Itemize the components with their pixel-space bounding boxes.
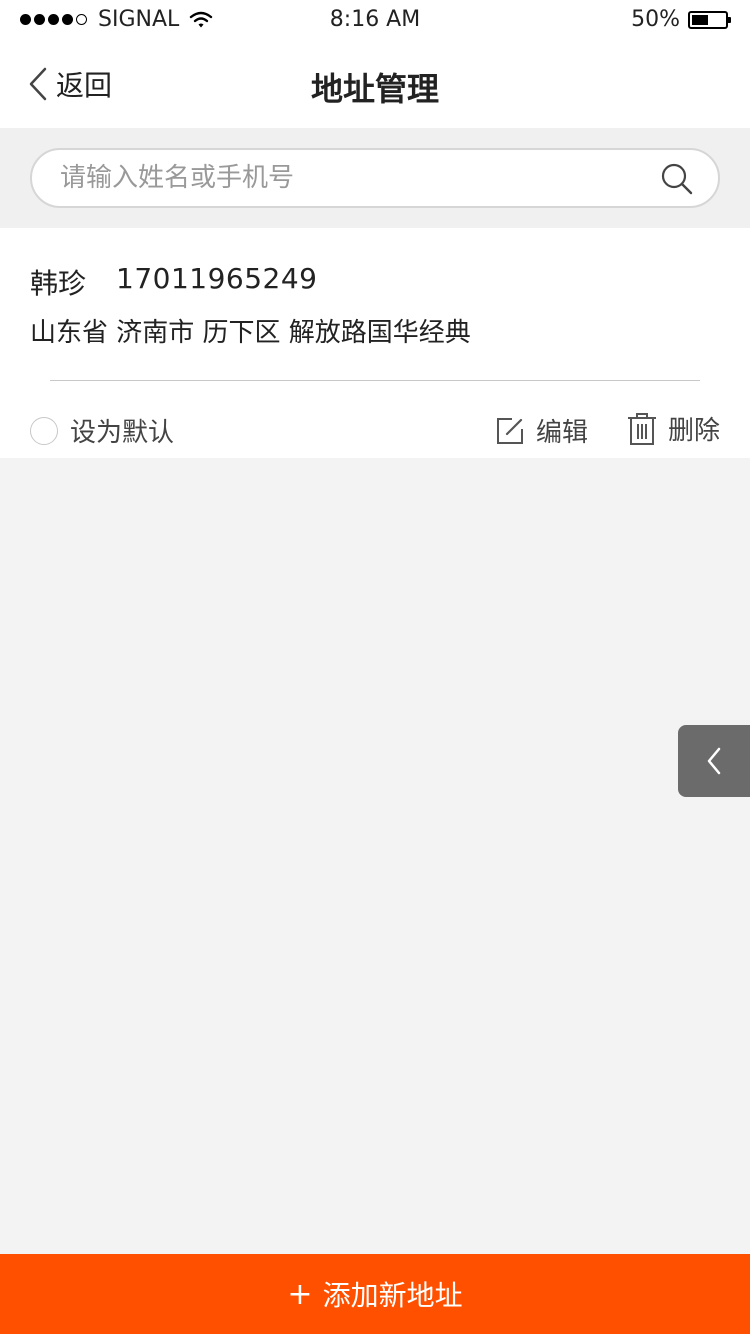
address-phone: 17011965249 [116,262,318,295]
battery-fill [692,14,708,25]
address-card[interactable]: 韩珍 17011965249 山东省 济南市 历下区 解放路国华经典 设为默认 … [0,228,750,458]
chevron-left-icon [29,67,47,101]
address-name: 韩珍 [30,267,87,300]
edit-icon [497,417,523,444]
address-contact: 韩珍 17011965249 [30,262,317,302]
add-address-button[interactable]: + 添加新地址 [0,1254,750,1334]
battery-group: 50% [631,7,731,32]
battery-icon [688,10,731,29]
delete-label: 删除 [668,416,721,446]
default-radio[interactable] [30,416,58,445]
side-drawer-tab[interactable] [678,725,750,797]
add-address-label: 添加新地址 [322,1279,463,1312]
set-default-toggle[interactable]: 设为默认 [30,412,174,449]
delete-button[interactable]: 删除 [626,410,720,447]
edit-button[interactable]: 编辑 [494,412,588,449]
plus-icon: + [287,1276,313,1312]
search-bar [0,128,750,228]
search-icon[interactable] [660,162,694,196]
address-detail: 山东省 济南市 历下区 解放路国华经典 [30,318,471,348]
edit-label: 编辑 [536,418,589,448]
search-box[interactable] [30,148,720,208]
search-input[interactable] [60,150,640,206]
status-bar: SIGNAL 8:16 AM 50% [0,0,750,40]
page-title: 地址管理 [310,70,439,108]
divider [50,380,700,381]
nav-bar: 返回 地址管理 [0,40,750,128]
battery-percent: 50% [631,7,680,32]
trash-icon [628,412,656,445]
back-label: 返回 [56,69,113,102]
back-button[interactable]: 返回 [28,64,112,104]
chevron-left-icon [707,747,721,775]
default-label: 设为默认 [70,418,175,448]
